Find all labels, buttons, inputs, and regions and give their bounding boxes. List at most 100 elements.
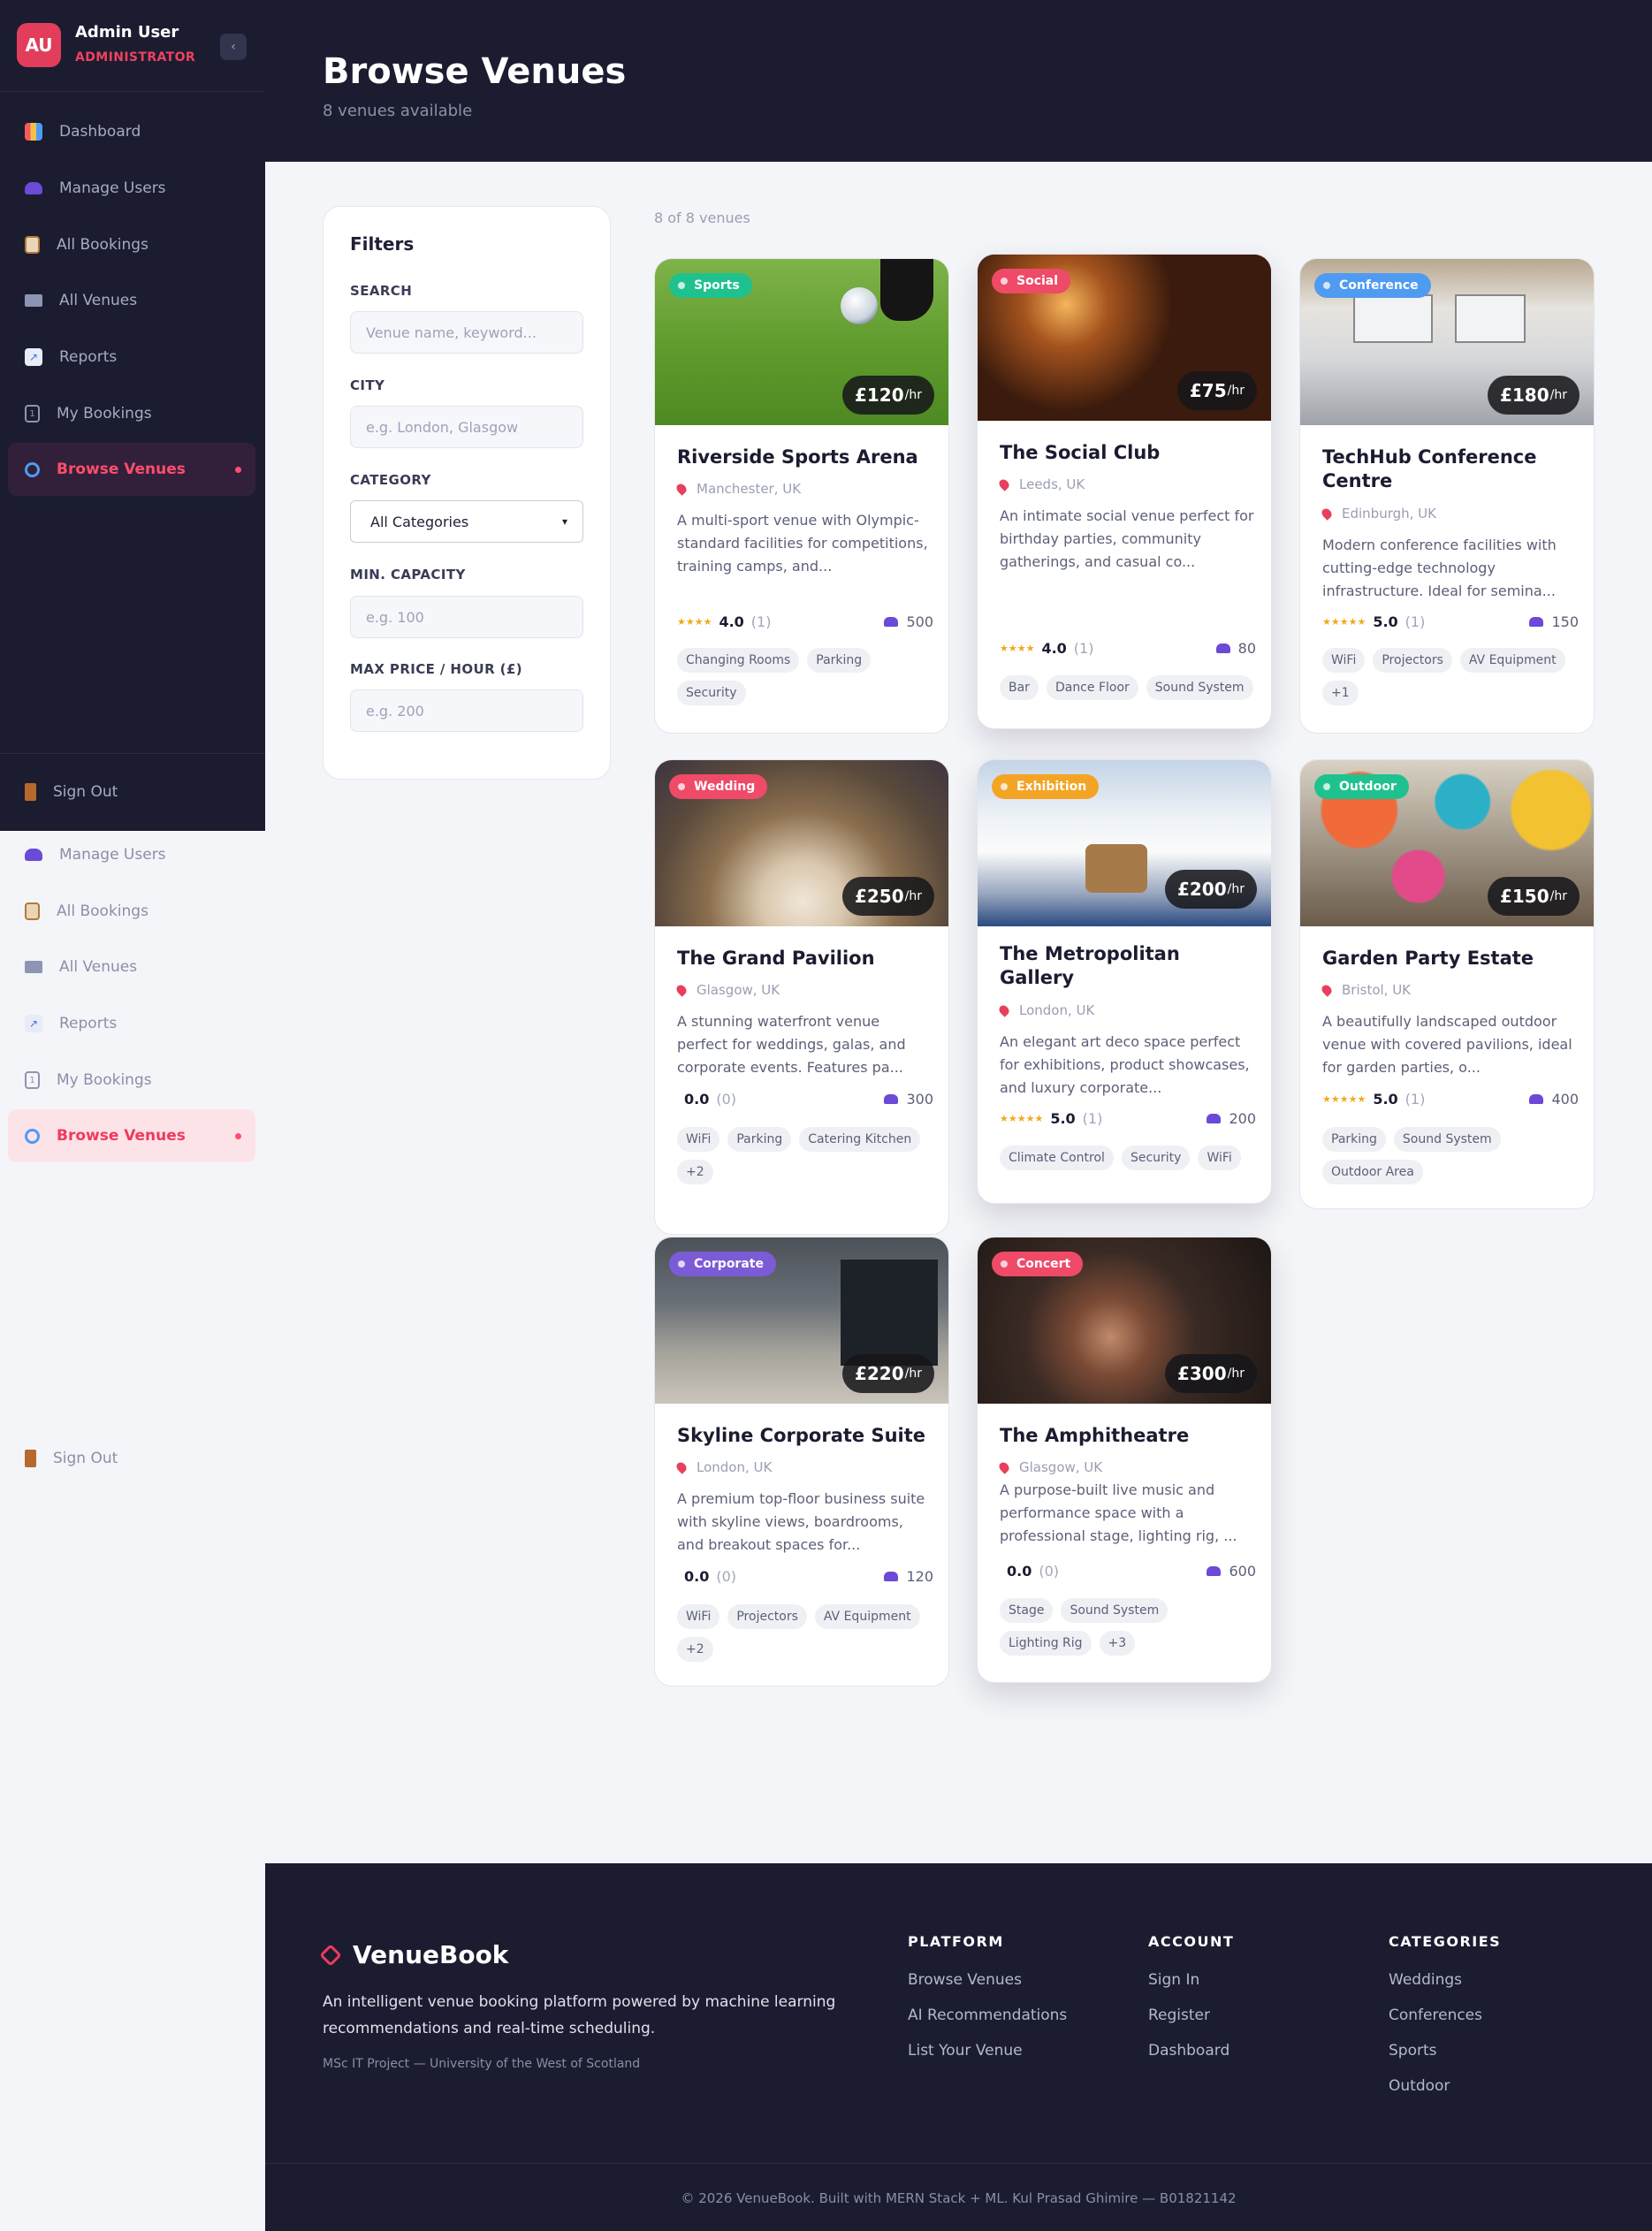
amenity-tag: Bar: [1000, 675, 1039, 700]
venue-location: Edinburgh, UK: [1320, 506, 1436, 522]
venue-name[interactable]: The Social Club: [1000, 441, 1256, 465]
sidebar-item-all-bookings[interactable]: All Bookings: [8, 885, 255, 938]
footer-link[interactable]: Register: [1148, 2006, 1210, 2024]
star-rating-icon: ★★★★★: [1322, 1093, 1367, 1105]
active-indicator: [235, 1133, 241, 1139]
footer-link[interactable]: AI Recommendations: [908, 2006, 1067, 2024]
venue-location: Glasgow, UK: [674, 982, 780, 998]
venue-name[interactable]: TechHub Conference Centre: [1322, 445, 1579, 493]
venue-name[interactable]: Garden Party Estate: [1322, 947, 1579, 971]
footer-link[interactable]: Sports: [1389, 2042, 1437, 2060]
footer-divider: [265, 2163, 1652, 2164]
venue-card[interactable]: Corporate £220/hr Skyline Corporate Suit…: [654, 1237, 949, 1687]
venue-location: Glasgow, UK: [997, 1459, 1102, 1475]
chart-icon: ↗: [25, 1015, 42, 1032]
sidebar-item-reports[interactable]: ↗ Reports: [8, 997, 255, 1050]
footer-credit: MSc IT Project — University of the West …: [323, 2057, 641, 2071]
collapse-sidebar-button[interactable]: ‹: [220, 34, 247, 60]
active-indicator: [235, 467, 241, 473]
sidebar-item-all-venues[interactable]: All Venues: [8, 940, 255, 994]
sidebar-item-label: All Bookings: [57, 902, 148, 920]
sidebar-item-my-bookings[interactable]: 1 My Bookings: [8, 1054, 255, 1107]
category-select[interactable]: All Categories ▾: [350, 500, 583, 543]
venue-name[interactable]: The Grand Pavilion: [677, 947, 933, 971]
footer-link[interactable]: Browse Venues: [908, 1971, 1022, 1989]
sidebar-item-label: Reports: [59, 348, 118, 366]
footer-link[interactable]: Sign In: [1148, 1971, 1199, 1989]
category-badge: Conference: [1314, 273, 1431, 298]
amenity-tag: Dance Floor: [1046, 675, 1138, 700]
price-tag: £180/hr: [1487, 376, 1580, 415]
page-title: Browse Venues: [323, 51, 627, 92]
people-icon: [1215, 643, 1230, 653]
venue-card[interactable]: Social £75/hr The Social Club Leeds, UK …: [977, 254, 1272, 729]
sign-out-button[interactable]: Sign Out: [8, 1432, 255, 1485]
amenity-tag: Security: [677, 681, 746, 705]
footer-link[interactable]: Dashboard: [1148, 2042, 1229, 2060]
venue-name[interactable]: The Metropolitan Gallery: [1000, 942, 1256, 990]
user-name: Admin User: [75, 23, 179, 42]
people-icon: [1529, 1094, 1544, 1104]
venue-card[interactable]: Outdoor £150/hr Garden Party Estate Bris…: [1299, 759, 1595, 1209]
sidebar-item-my-bookings[interactable]: 1 My Bookings: [8, 387, 255, 440]
venue-meta: 0.0 (0) 120: [684, 1568, 933, 1585]
sidebar-item-reports[interactable]: ↗ Reports: [8, 331, 255, 384]
venue-card[interactable]: Concert £300/hr The Amphitheatre Glasgow…: [977, 1237, 1272, 1683]
amenity-tag: WiFi: [677, 1604, 720, 1629]
price-tag: £150/hr: [1487, 877, 1580, 916]
sidebar-item-manage-users[interactable]: Manage Users: [8, 828, 255, 881]
footer-link[interactable]: Conferences: [1389, 2006, 1482, 2024]
price-tag: £200/hr: [1164, 870, 1257, 909]
capacity-label: MIN. CAPACITY: [350, 567, 466, 582]
venue-card[interactable]: Exhibition £200/hr The Metropolitan Gall…: [977, 759, 1272, 1204]
city-input[interactable]: e.g. London, Glasgow: [350, 406, 583, 448]
sidebar-item-dashboard[interactable]: Dashboard: [8, 105, 255, 158]
sidebar-item-all-venues[interactable]: All Venues: [8, 274, 255, 327]
chevron-left-icon: ‹: [231, 40, 236, 54]
sign-out-button[interactable]: Sign Out: [8, 765, 255, 819]
amenity-tag: Stage: [1000, 1598, 1054, 1623]
footer-link[interactable]: List Your Venue: [908, 2042, 1023, 2060]
hexagon-logo-icon: [319, 1943, 342, 1967]
sidebar-item-browse-venues[interactable]: Browse Venues: [8, 443, 255, 496]
sidebar-item-label: All Venues: [59, 958, 138, 976]
venue-card[interactable]: Wedding £250/hr The Grand Pavilion Glasg…: [654, 759, 949, 1235]
sidebar-item-browse-venues[interactable]: Browse Venues: [8, 1109, 255, 1162]
capacity-input[interactable]: e.g. 100: [350, 596, 583, 638]
search-icon: [25, 1128, 40, 1144]
pin-icon: [674, 1460, 689, 1474]
people-icon: [1529, 617, 1544, 627]
people-icon: [884, 1094, 899, 1104]
category-badge: Exhibition: [992, 774, 1100, 799]
venue-card[interactable]: Sports £120/hr Riverside Sports Arena Ma…: [654, 258, 949, 734]
calendar-icon: 1: [25, 405, 40, 423]
amenity-tag: Catering Kitchen: [799, 1127, 921, 1152]
venue-description: A stunning waterfront venue perfect for …: [677, 1013, 906, 1076]
venue-tags: WiFi Parking Catering Kitchen +2: [677, 1127, 933, 1184]
venue-name[interactable]: Riverside Sports Arena: [677, 445, 933, 469]
venue-meta: ★★★★ 4.0 (1) 80: [1000, 640, 1256, 657]
price-input[interactable]: e.g. 200: [350, 689, 583, 732]
footer-link[interactable]: Outdoor: [1389, 2077, 1450, 2095]
search-label: SEARCH: [350, 283, 413, 299]
footer-logo[interactable]: VenueBook: [319, 1940, 508, 1969]
amenity-tag: Outdoor Area: [1322, 1160, 1423, 1184]
venue-description: A purpose-built live music and performan…: [1000, 1481, 1237, 1544]
venue-name[interactable]: The Amphitheatre: [1000, 1424, 1256, 1448]
search-input[interactable]: Venue name, keyword...: [350, 311, 583, 354]
users-icon: [25, 849, 42, 861]
sidebar-item-all-bookings[interactable]: All Bookings: [8, 218, 255, 271]
sidebar-item-manage-users[interactable]: Manage Users: [8, 162, 255, 215]
star-rating-icon: ★★★★★: [1000, 1113, 1044, 1124]
category-label: CATEGORY: [350, 472, 431, 488]
amenity-tag: Parking: [807, 648, 872, 673]
venue-name[interactable]: Skyline Corporate Suite: [677, 1424, 933, 1448]
social-icon: [1001, 278, 1008, 285]
people-icon: [1207, 1114, 1222, 1123]
sidebar-item-label: Manage Users: [59, 846, 166, 864]
sign-out-label: Sign Out: [53, 1450, 118, 1467]
users-icon: [25, 182, 42, 194]
venue-card[interactable]: Conference £180/hr TechHub Conference Ce…: [1299, 258, 1595, 734]
footer-link[interactable]: Weddings: [1389, 1971, 1462, 1989]
venue-meta: ★★★★ 4.0 (1) 500: [677, 613, 933, 630]
